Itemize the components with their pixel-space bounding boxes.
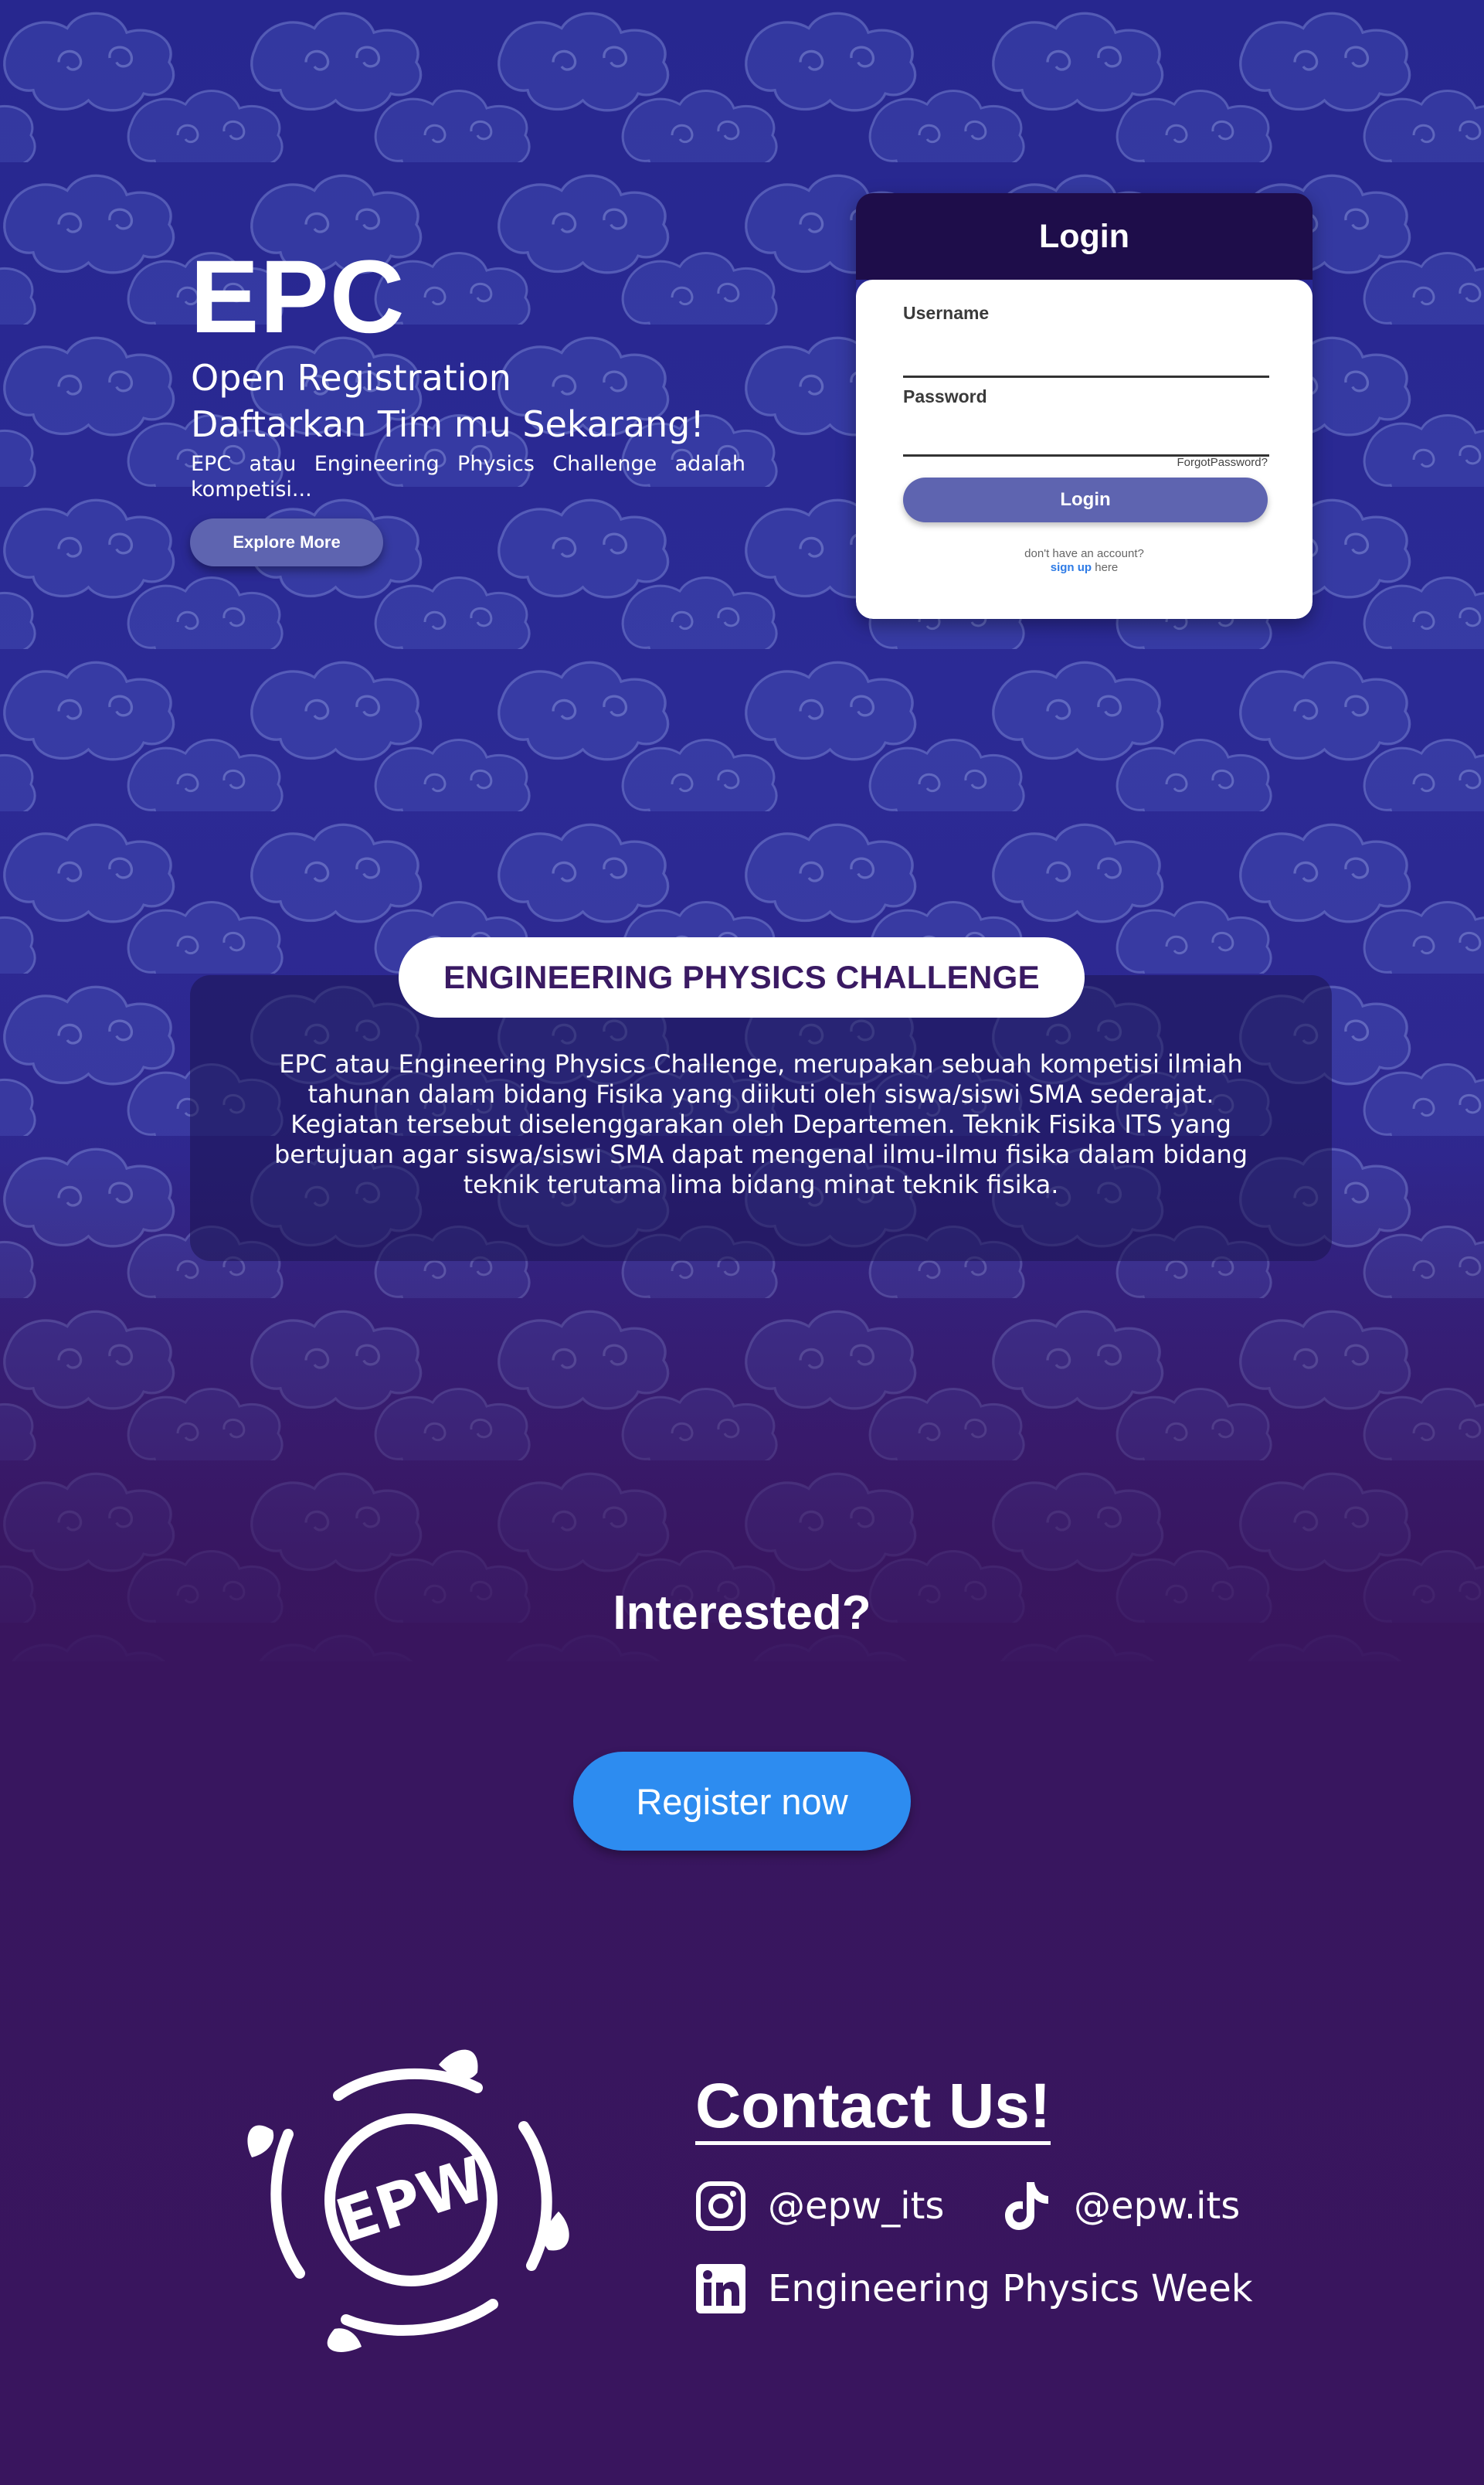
login-form: Username Password ForgotPassword? Login … <box>856 280 1313 619</box>
about-heading: ENGINEERING PHYSICS CHALLENGE <box>399 937 1085 1018</box>
about-description: EPC atau Engineering Physics Challenge, … <box>273 1049 1248 1199</box>
forgot-password-link[interactable]: ForgotPassword? <box>1177 456 1268 469</box>
contact-us-title: Contact Us! <box>695 2075 1051 2145</box>
hero-subtitle-call-to-action: Daftarkan Tim mu Sekarang! <box>191 403 705 445</box>
no-account-text: don't have an account? <box>1024 547 1144 560</box>
instagram-handle: @epw_its <box>768 2184 945 2228</box>
login-title: Login <box>856 193 1313 280</box>
hero-subtitle-registration: Open Registration <box>191 357 511 399</box>
linkedin-name: Engineering Physics Week <box>768 2267 1253 2310</box>
tiktok-link[interactable]: @epw.its <box>1000 2179 1240 2233</box>
linkedin-icon <box>694 2262 748 2316</box>
tiktok-handle: @epw.its <box>1074 2184 1241 2228</box>
tiktok-icon <box>1000 2179 1054 2233</box>
interested-heading: Interested? <box>613 1586 871 1640</box>
linkedin-link[interactable]: Engineering Physics Week <box>694 2262 1253 2316</box>
instagram-icon <box>694 2179 748 2233</box>
register-now-button[interactable]: Register now <box>573 1752 911 1851</box>
logo-text: EPW <box>328 2144 494 2257</box>
hero-title: EPC <box>190 240 406 355</box>
epw-logo: EPW <box>246 2041 576 2358</box>
hero-description: EPC atau Engineering Physics Challenge a… <box>191 452 745 501</box>
username-input[interactable] <box>903 346 1269 378</box>
password-label: Password <box>903 386 987 406</box>
login-card: Login Username Password ForgotPassword? … <box>856 193 1313 619</box>
signup-link[interactable]: sign up <box>1051 561 1092 574</box>
login-submit-button[interactable]: Login <box>903 478 1268 522</box>
password-input[interactable] <box>903 425 1269 457</box>
explore-more-button[interactable]: Explore More <box>190 518 383 566</box>
instagram-link[interactable]: @epw_its <box>694 2179 944 2233</box>
signup-suffix: here <box>1095 561 1119 574</box>
signup-prompt: don't have an account? sign up here <box>856 547 1313 575</box>
username-label: Username <box>903 303 990 323</box>
